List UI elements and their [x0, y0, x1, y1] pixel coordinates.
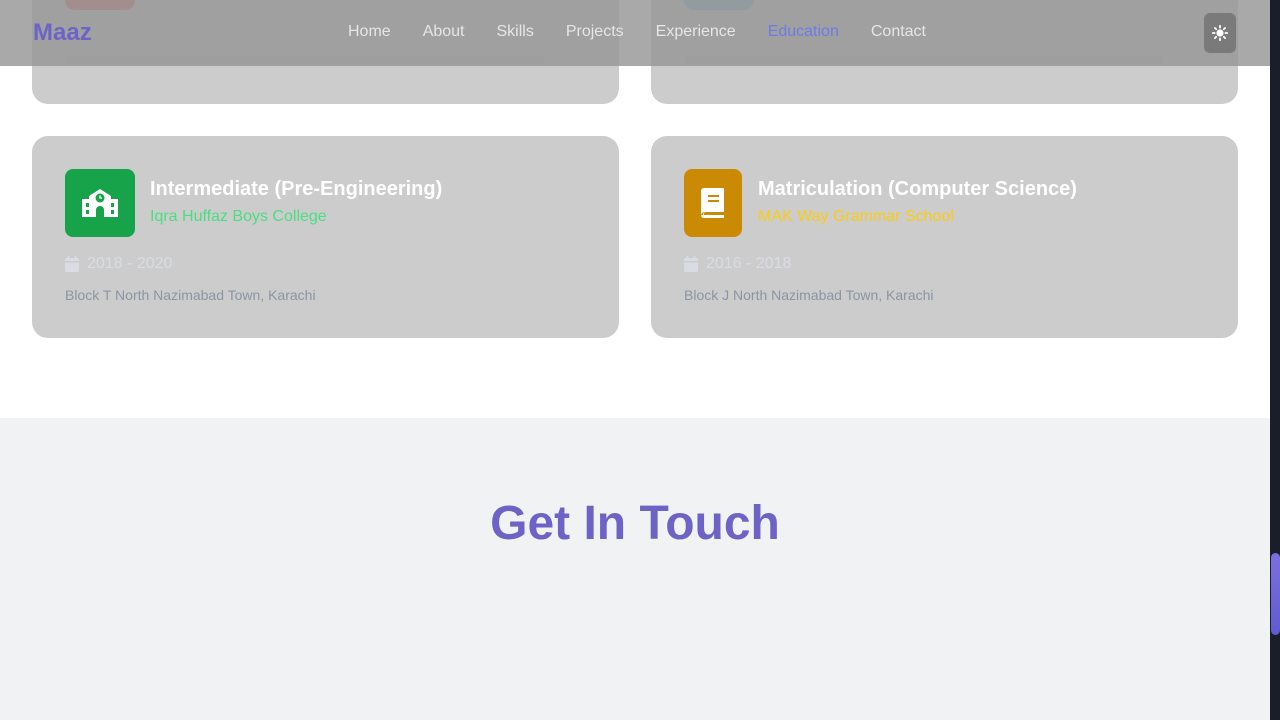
contact-title: Get In Touch — [490, 497, 780, 550]
brand-logo[interactable]: Maaz — [33, 19, 92, 47]
book-icon — [684, 169, 742, 237]
nav-link-experience[interactable]: Experience — [656, 23, 736, 41]
school-address: Block J North Nazimabad Town, Karachi — [684, 287, 934, 303]
nav-link-projects[interactable]: Projects — [566, 23, 624, 41]
calendar-icon — [65, 256, 79, 272]
date-range: 2016 - 2018 — [684, 255, 791, 273]
nav-link-skills[interactable]: Skills — [497, 23, 534, 41]
date-text: 2018 - 2020 — [87, 255, 173, 272]
nav-link-about[interactable]: About — [423, 23, 465, 41]
school-name: Iqra Huffaz Boys College — [150, 208, 327, 225]
school-icon — [65, 169, 135, 237]
degree-title: Matriculation (Computer Science) — [758, 178, 1077, 200]
contact-section: Get In Touch — [0, 418, 1270, 720]
theme-toggle-button[interactable] — [1204, 13, 1236, 53]
page: Intermediate (Pre-Engineering) Iqra Huff… — [0, 0, 1270, 720]
nav-links: Home About Skills Projects Experience Ed… — [348, 23, 958, 41]
sun-icon — [1212, 25, 1228, 41]
nav-link-contact[interactable]: Contact — [871, 23, 926, 41]
degree-title: Intermediate (Pre-Engineering) — [150, 178, 443, 200]
navbar: Maaz Home About Skills Projects Experien… — [0, 0, 1270, 66]
school-name: MAK Way Grammar School — [758, 208, 954, 225]
nav-link-education[interactable]: Education — [768, 23, 839, 41]
school-address: Block T North Nazimabad Town, Karachi — [65, 287, 316, 303]
calendar-icon — [684, 256, 698, 272]
page-scrollbar-thumb[interactable] — [1271, 553, 1280, 635]
education-card-matriculation: Matriculation (Computer Science) MAK Way… — [651, 136, 1238, 338]
date-range: 2018 - 2020 — [65, 255, 172, 273]
date-text: 2016 - 2018 — [706, 255, 792, 272]
education-card-intermediate: Intermediate (Pre-Engineering) Iqra Huff… — [32, 136, 619, 338]
nav-link-home[interactable]: Home — [348, 23, 391, 41]
